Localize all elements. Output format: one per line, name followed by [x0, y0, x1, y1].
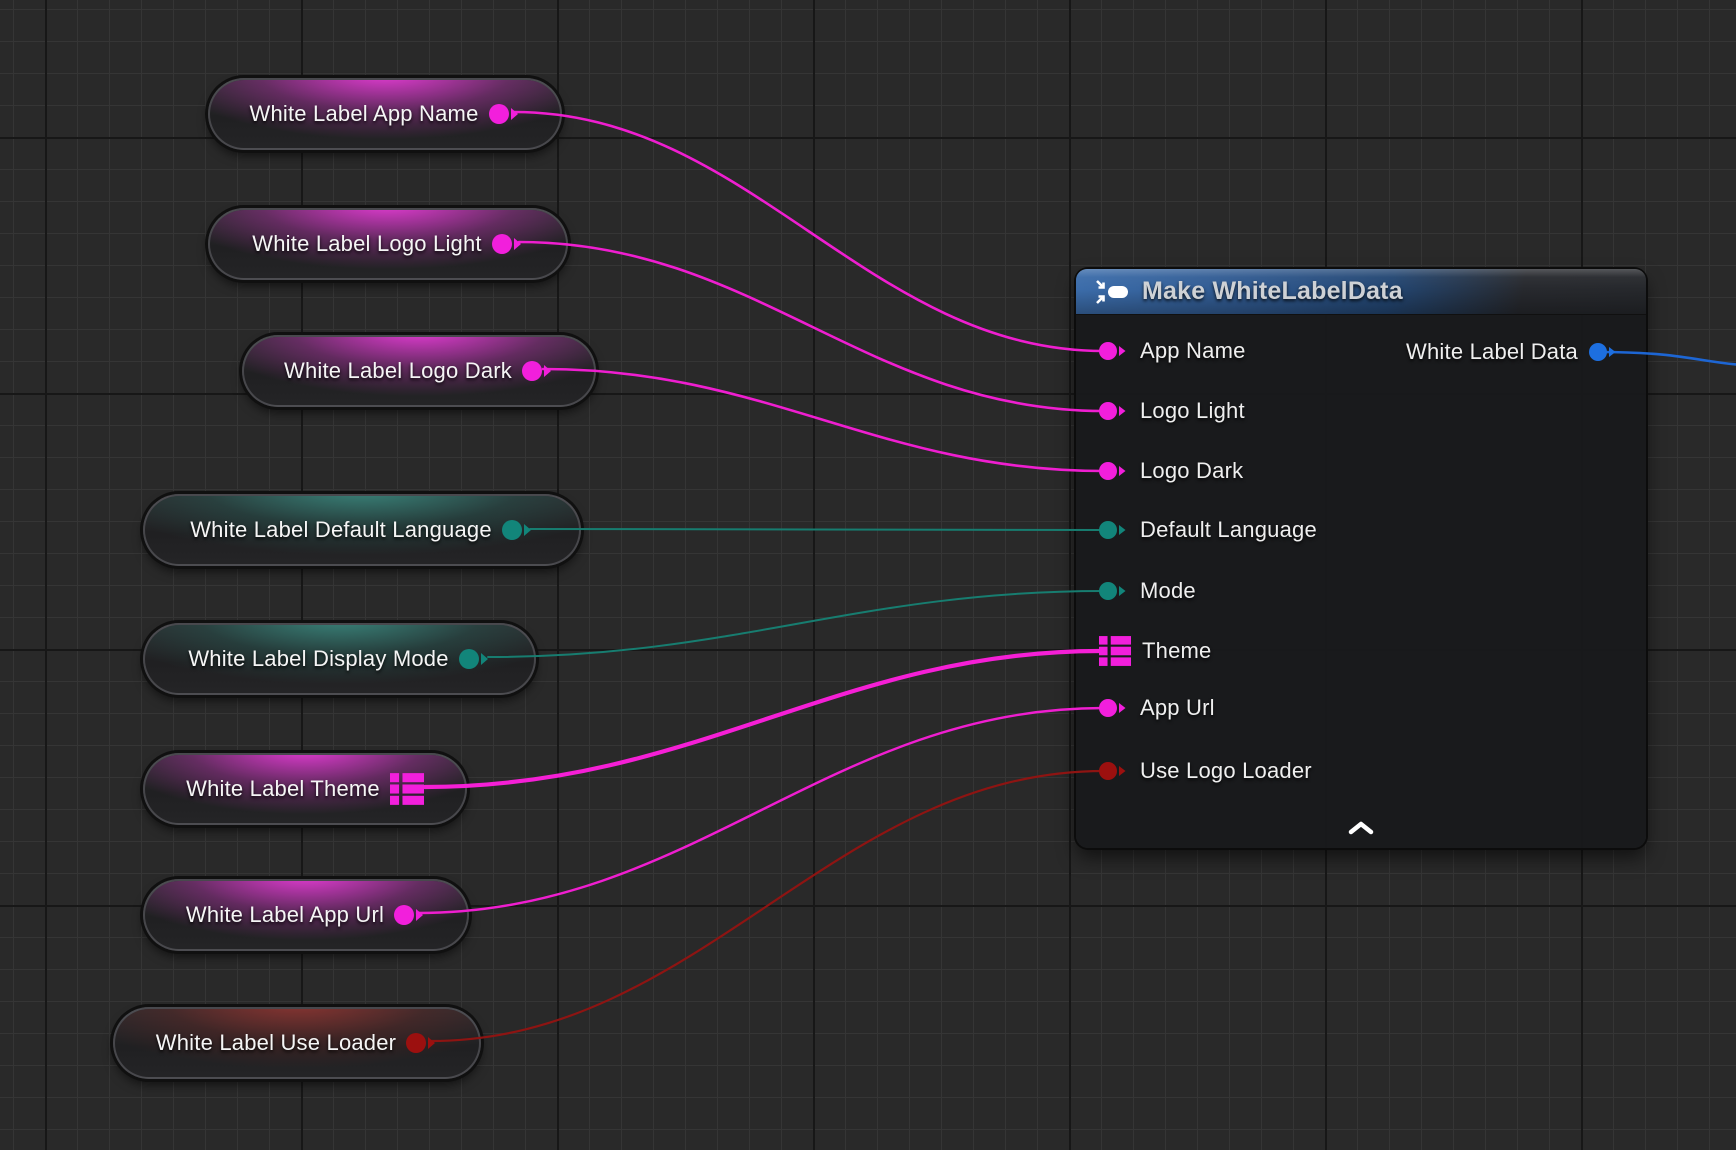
variable-node-white-label-theme[interactable]: White Label Theme: [143, 753, 467, 825]
wire-app-url[interactable]: [417, 708, 1104, 913]
circle-pin-icon[interactable]: [492, 232, 524, 256]
wire-app-name[interactable]: [514, 112, 1104, 351]
circle-pin-icon[interactable]: [1099, 519, 1129, 541]
wire-display-mode[interactable]: [488, 591, 1104, 657]
collapse-node-button[interactable]: [1339, 816, 1383, 840]
circle-pin-icon[interactable]: [1099, 760, 1129, 782]
circle-pin-icon[interactable]: [489, 102, 521, 126]
variable-node-white-label-display-mode[interactable]: White Label Display Mode: [143, 623, 536, 695]
variable-node-white-label-app-url[interactable]: White Label App Url: [143, 879, 469, 951]
circle-pin-icon[interactable]: [406, 1031, 438, 1055]
variable-node-white-label-logo-dark[interactable]: White Label Logo Dark: [242, 335, 596, 407]
variable-node-label: White Label Default Language: [190, 517, 492, 543]
variable-node-white-label-use-loader[interactable]: White Label Use Loader: [113, 1007, 481, 1079]
pin-row-default-language[interactable]: Default Language: [1076, 513, 1317, 547]
circle-pin-icon[interactable]: [394, 903, 426, 927]
variable-node-label: White Label App Name: [249, 101, 478, 127]
circle-pin-icon[interactable]: [1589, 341, 1619, 363]
wire-logo-dark[interactable]: [543, 369, 1104, 471]
make-whitelabeldata-node[interactable]: Make WhiteLabelData App Name Logo Light …: [1076, 269, 1646, 848]
pin-row-use-logo-loader[interactable]: Use Logo Loader: [1076, 754, 1312, 788]
circle-pin-icon[interactable]: [502, 518, 534, 542]
struct-pin-icon[interactable]: [1099, 635, 1131, 667]
variable-node-white-label-app-name[interactable]: White Label App Name: [208, 78, 562, 150]
make-struct-icon: [1094, 278, 1130, 306]
variable-node-label: White Label Use Loader: [156, 1030, 396, 1056]
node-title: Make WhiteLabelData: [1142, 277, 1403, 306]
pin-row-app-name[interactable]: App Name: [1076, 334, 1246, 368]
variable-node-label: White Label Theme: [186, 776, 380, 802]
variable-node-white-label-default-language[interactable]: White Label Default Language: [143, 494, 581, 566]
struct-pin-icon[interactable]: [390, 772, 424, 806]
circle-pin-icon[interactable]: [1099, 580, 1129, 602]
wire-default-language[interactable]: [530, 529, 1104, 530]
wire-use-loader[interactable]: [430, 771, 1104, 1041]
circle-pin-icon[interactable]: [1099, 697, 1129, 719]
variable-node-label: White Label Logo Light: [252, 231, 481, 257]
chevron-up-icon: [1348, 821, 1374, 835]
circle-pin-icon[interactable]: [459, 647, 491, 671]
circle-pin-icon[interactable]: [1099, 460, 1129, 482]
circle-pin-icon[interactable]: [522, 359, 554, 383]
circle-pin-icon[interactable]: [1099, 340, 1129, 362]
variable-node-label: White Label App Url: [186, 902, 384, 928]
variable-node-label: White Label Logo Dark: [284, 358, 512, 384]
pin-row-white-label-data[interactable]: White Label Data: [1406, 335, 1646, 369]
wire-logo-light[interactable]: [519, 242, 1104, 411]
graph-canvas[interactable]: White Label App Name White Label Logo Li…: [0, 0, 1736, 1150]
pin-row-logo-light[interactable]: Logo Light: [1076, 394, 1245, 428]
variable-node-white-label-logo-light[interactable]: White Label Logo Light: [208, 208, 568, 280]
variable-node-label: White Label Display Mode: [188, 646, 448, 672]
circle-pin-icon[interactable]: [1099, 400, 1129, 422]
node-header[interactable]: Make WhiteLabelData: [1076, 269, 1646, 315]
pin-row-logo-dark[interactable]: Logo Dark: [1076, 454, 1243, 488]
